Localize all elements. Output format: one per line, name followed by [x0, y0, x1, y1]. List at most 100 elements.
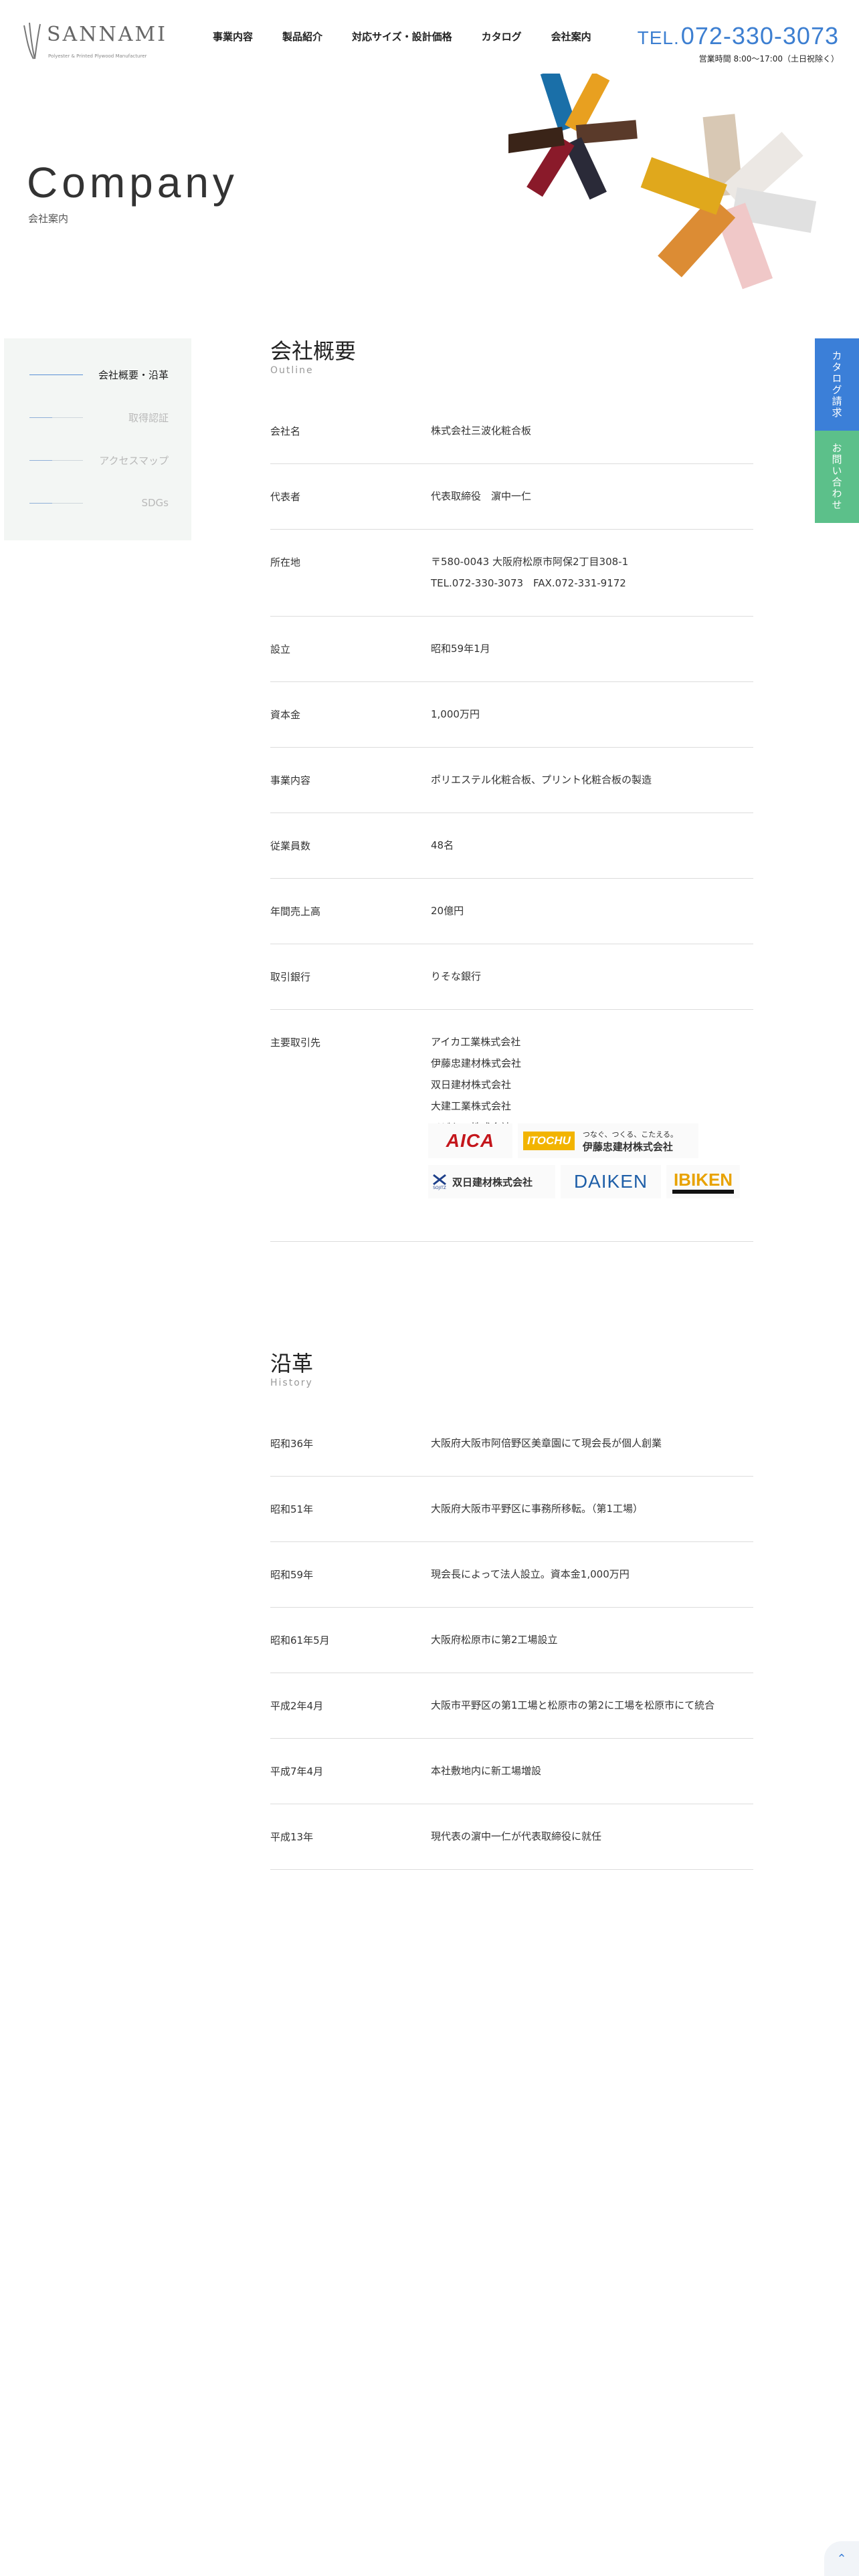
- row-value: 現代表の濵中一仁が代表取締役に就任: [431, 1830, 602, 1842]
- value-line: 双日建材株式会社: [431, 1079, 512, 1091]
- row-label: 取引銀行: [270, 971, 311, 983]
- outline-heading-en: Outline: [270, 365, 314, 376]
- value-line: 昭和59年1月: [431, 643, 490, 655]
- table-row: 昭和36年 大阪府大阪市阿倍野区美章園にて現会長が個人創業: [270, 1411, 753, 1477]
- value-line: 20億円: [431, 905, 464, 917]
- logo-mark-icon: [23, 22, 41, 60]
- value-line: 伊藤忠建材株式会社: [431, 1057, 522, 1069]
- itochu-logo-text: ITOCHU: [523, 1132, 575, 1150]
- table-row: 所在地 〒580-0043 大阪府松原市阿保2丁目308-1 TEL.072-3…: [270, 530, 753, 617]
- row-value: 大阪府大阪市平野区に事務所移転。（第1工場）: [431, 1503, 644, 1515]
- table-row: 代表者 代表取締役 濵中一仁: [270, 464, 753, 530]
- color-sample-fan-large: [640, 114, 817, 290]
- row-label: 事業内容: [270, 774, 311, 786]
- row-value: りそな銀行: [431, 966, 481, 987]
- itochu-text: つなぐ、つくる、こたえる。 伊藤忠建材株式会社: [583, 1129, 678, 1154]
- row-label: 主要取引先: [270, 1037, 321, 1049]
- sidebar-indicator: [29, 459, 83, 461]
- tel-number: 072-330-3073: [680, 22, 839, 49]
- value-line: 1,000万円: [431, 708, 480, 720]
- table-row: 資本金 1,000万円: [270, 682, 753, 748]
- brand-tagline: Polyester & Printed Plywood Manufacturer: [48, 53, 147, 59]
- color-sample-fan-small: [508, 74, 638, 200]
- row-label: 平成2年4月: [270, 1700, 324, 1712]
- row-label: 平成13年: [270, 1831, 314, 1843]
- page-top-button[interactable]: ⌃: [824, 2541, 859, 2576]
- row-value: 48名: [431, 835, 454, 856]
- row-label: 昭和61年5月: [270, 1634, 330, 1646]
- row-label: 平成7年4月: [270, 1765, 324, 1778]
- sidebar-indicator: [29, 374, 83, 375]
- value-line: りそな銀行: [431, 970, 482, 982]
- itochu-tagline: つなぐ、つくる、こたえる。: [582, 1130, 678, 1139]
- sidebar-item-label: SDGs: [141, 497, 169, 509]
- outline-table: 会社名 株式会社三波化粧合板 代表者 代表取締役 濵中一仁 所在地 〒580-0…: [270, 399, 753, 1242]
- row-value: 昭和59年1月: [431, 638, 490, 659]
- row-value: 大阪府大阪市阿倍野区美章園にて現会長が個人創業: [431, 1437, 662, 1449]
- partner-logos: AICA ITOCHU つなぐ、つくる、こたえる。 伊藤忠建材株式会社 SOJI…: [428, 1123, 756, 1198]
- catalog-request-tab[interactable]: カタログ請求: [815, 338, 859, 431]
- brand-name: SANNAMI: [47, 23, 167, 46]
- nav-company[interactable]: 会社案内: [551, 29, 591, 43]
- value-line: 代表取締役 濵中一仁: [431, 490, 532, 502]
- daiken-logo-text: DAIKEN: [573, 1171, 648, 1192]
- row-value: アイカ工業株式会社 伊藤忠建材株式会社 双日建材株式会社 大建工業株式会社 イビ…: [431, 1031, 521, 1138]
- row-value: 本社敷地内に新工場増設: [431, 1765, 542, 1777]
- sidebar-item-access-map[interactable]: アクセスマップ: [29, 453, 169, 467]
- company-logo[interactable]: SANNAMI Polyester & Printed Plywood Manu…: [20, 19, 165, 67]
- row-label: 昭和59年: [270, 1569, 314, 1581]
- ibiken-logo: IBIKEN: [666, 1165, 740, 1198]
- history-table: 昭和36年 大阪府大阪市阿倍野区美章園にて現会長が個人創業 昭和51年 大阪府大…: [270, 1411, 753, 1870]
- sidebar-item-certification[interactable]: 取得認証: [29, 411, 169, 424]
- table-row: 年間売上高 20億円: [270, 879, 753, 944]
- nav-business[interactable]: 事業内容: [213, 29, 253, 43]
- nav-catalog[interactable]: カタログ: [482, 29, 522, 43]
- row-label: 年間売上高: [270, 905, 321, 918]
- sojitz-logo: SOJITZ 双日建材株式会社: [428, 1165, 555, 1198]
- row-label: 会社名: [270, 425, 301, 437]
- business-hours: 営業時間 8:00〜17:00（土日祝除く）: [698, 54, 839, 64]
- itochu-name: 伊藤忠建材株式会社: [582, 1140, 673, 1153]
- table-row: 従業員数 48名: [270, 813, 753, 879]
- table-row: 平成13年 現代表の濵中一仁が代表取締役に就任: [270, 1804, 753, 1870]
- phone-link[interactable]: TEL.072-330-3073: [638, 23, 839, 51]
- tel-prefix: TEL.: [637, 27, 680, 48]
- nav-products[interactable]: 製品紹介: [282, 29, 322, 43]
- row-value: ポリエステル化粧合板、プリント化粧合板の製造: [431, 769, 652, 790]
- nav-sizes-prices[interactable]: 対応サイズ・設計価格: [352, 29, 452, 43]
- sojitz-mark-text: SOJITZ: [433, 1185, 446, 1190]
- sidebar-indicator: [29, 417, 83, 418]
- sidebar-item-sdgs[interactable]: SDGs: [29, 496, 169, 510]
- row-label: 従業員数: [270, 840, 311, 852]
- ibiken-logo-text: IBIKEN: [672, 1170, 735, 1194]
- row-value: 現会長によって法人設立。資本金1,000万円: [431, 1568, 630, 1580]
- table-row: 昭和59年 現会長によって法人設立。資本金1,000万円: [270, 1542, 753, 1608]
- value-line: 株式会社三波化粧合板: [431, 425, 532, 437]
- sidebar-item-outline[interactable]: 会社概要・沿革: [29, 368, 169, 381]
- sidebar-item-label: アクセスマップ: [99, 454, 169, 467]
- row-label: 設立: [270, 643, 291, 655]
- row-label: 代表者: [270, 491, 301, 503]
- history-heading-en: History: [270, 1378, 313, 1388]
- chevron-up-icon: ⌃: [836, 2551, 847, 2566]
- sojitz-mark: SOJITZ: [432, 1174, 447, 1190]
- row-value: 20億円: [431, 900, 464, 922]
- aica-logo: AICA: [428, 1123, 512, 1158]
- aica-logo-text: AICA: [446, 1130, 495, 1151]
- global-nav: 事業内容 製品紹介 対応サイズ・設計価格 カタログ 会社案内: [213, 29, 591, 43]
- value-line: 大建工業株式会社: [431, 1100, 512, 1112]
- value-line: 48名: [431, 839, 454, 851]
- contact-tab[interactable]: お問い合わせ: [815, 431, 859, 523]
- history-heading: 沿革: [270, 1351, 314, 1376]
- table-row: 主要取引先 アイカ工業株式会社 伊藤忠建材株式会社 双日建材株式会社 大建工業株…: [270, 1010, 753, 1242]
- value-line: アイカ工業株式会社: [431, 1036, 521, 1048]
- sidebar-item-label: 取得認証: [128, 411, 169, 424]
- table-row: 設立 昭和59年1月: [270, 617, 753, 682]
- row-value: 大阪市平野区の第1工場と松原市の第2に工場を松原市にて統合: [431, 1699, 715, 1711]
- header-contact: TEL.072-330-3073 営業時間 8:00〜17:00（土日祝除く）: [638, 23, 839, 64]
- table-row: 昭和51年 大阪府大阪市平野区に事務所移転。（第1工場）: [270, 1477, 753, 1542]
- outline-heading: 会社概要: [270, 338, 357, 364]
- daiken-logo: DAIKEN: [561, 1165, 661, 1198]
- page-subtitle: 会社案内: [28, 213, 69, 225]
- row-value: 株式会社三波化粧合板: [431, 420, 531, 441]
